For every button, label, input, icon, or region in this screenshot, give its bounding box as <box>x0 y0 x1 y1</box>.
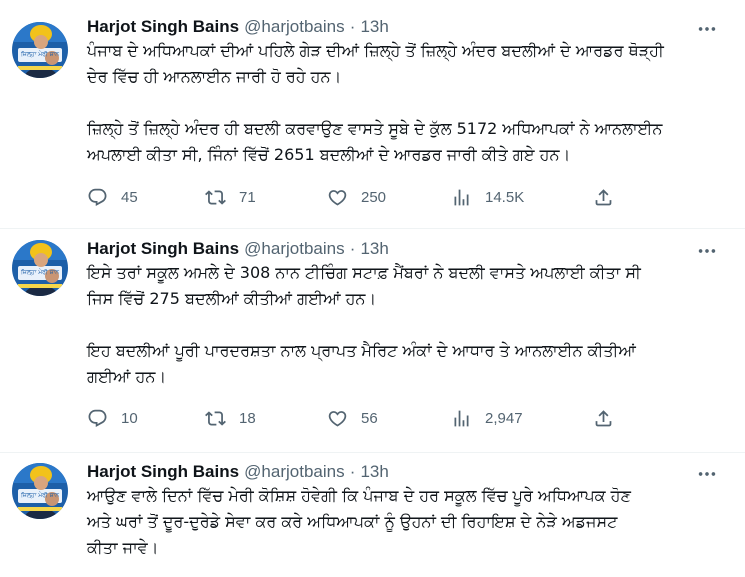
share-button[interactable] <box>593 407 614 429</box>
retweet-icon <box>205 187 226 208</box>
retweet-icon <box>205 408 226 429</box>
reply-count: 10 <box>121 409 138 427</box>
share-button[interactable] <box>593 186 614 208</box>
avatar-image <box>12 463 68 519</box>
timestamp[interactable]: 13h <box>360 239 388 258</box>
like-icon <box>327 187 348 208</box>
separator-dot: · <box>349 462 356 481</box>
avatar-caption: ਜ਼ਿਲ੍ਹਾ ਮੇਰੀ ਸ਼ਾਨ <box>21 51 60 58</box>
avatar-caption: ਜ਼ਿਲ੍ਹਾ ਮੇਰੀ ਸ਼ਾਨ <box>21 492 60 499</box>
reply-count: 45 <box>121 188 138 206</box>
tweet[interactable]: ਜ਼ਿਲ੍ਹਾ ਮੇਰੀ ਸ਼ਾਨ Harjot Singh Bains @ha… <box>0 229 745 453</box>
avatar[interactable]: ਜ਼ਿਲ੍ਹਾ ਮੇਰੀ ਸ਼ਾਨ <box>12 463 68 519</box>
reply-button[interactable]: 45 <box>87 186 138 208</box>
more-icon[interactable] <box>696 463 718 485</box>
avatar[interactable]: ਜ਼ਿਲ੍ਹਾ ਮੇਰੀ ਸ਼ਾਨ <box>12 240 68 296</box>
share-icon <box>593 408 614 429</box>
tweet-text: ਇਸੇ ਤਰਾਂ ਸਕੂਲ ਅਮਲੇ ਦੇ 308 ਨਾਨ ਟੀਚਿੰਗ ਸਟਾ… <box>87 263 641 386</box>
more-icon[interactable] <box>696 240 718 262</box>
action-bar: 10 18 56 2,947 <box>87 407 727 429</box>
tweet[interactable]: ਜ਼ਿਲ੍ਹਾ ਮੇਰੀ ਸ਼ਾਨ Harjot Singh Bains @ha… <box>0 0 745 229</box>
retweet-count: 18 <box>239 409 256 427</box>
tweet-text: ਪੰਜਾਬ ਦੇ ਅਧਿਆਪਕਾਂ ਦੀਆਂ ਪਹਿਲੇ ਗੇੜ ਦੀਆਂ ਜ਼… <box>87 41 664 164</box>
reply-icon <box>87 187 108 208</box>
like-count: 56 <box>361 409 378 427</box>
author-handle[interactable]: @harjotbains <box>244 17 344 36</box>
reply-button[interactable]: 10 <box>87 407 138 429</box>
reply-icon <box>87 408 108 429</box>
retweet-count: 71 <box>239 188 256 206</box>
view-count: 14.5K <box>485 188 525 206</box>
separator-dot: · <box>349 239 356 258</box>
like-icon <box>327 408 348 429</box>
action-bar: 45 71 250 14.5K <box>87 186 727 208</box>
view-count: 2,947 <box>485 409 523 427</box>
views-button[interactable]: 2,947 <box>451 407 523 429</box>
tweet[interactable]: ਜ਼ਿਲ੍ਹਾ ਮੇਰੀ ਸ਼ਾਨ Harjot Singh Bains @ha… <box>0 453 745 577</box>
tweet-header: Harjot Singh Bains @harjotbains · 13h <box>87 238 389 260</box>
separator-dot: · <box>349 17 356 36</box>
retweet-button[interactable]: 71 <box>205 186 256 208</box>
like-button[interactable]: 250 <box>327 186 386 208</box>
avatar-caption: ਜ਼ਿਲ੍ਹਾ ਮੇਰੀ ਸ਼ਾਨ <box>21 269 60 276</box>
timestamp[interactable]: 13h <box>360 462 388 481</box>
avatar-image <box>12 240 68 296</box>
avatar-image <box>12 22 68 78</box>
like-count: 250 <box>361 188 387 206</box>
views-icon <box>451 187 472 208</box>
views-button[interactable]: 14.5K <box>451 186 524 208</box>
timestamp[interactable]: 13h <box>360 17 388 36</box>
author-handle[interactable]: @harjotbains <box>244 239 344 258</box>
tweet-header: Harjot Singh Bains @harjotbains · 13h <box>87 16 389 38</box>
retweet-button[interactable]: 18 <box>205 407 256 429</box>
author-name[interactable]: Harjot Singh Bains <box>87 17 239 36</box>
avatar[interactable]: ਜ਼ਿਲ੍ਹਾ ਮੇਰੀ ਸ਼ਾਨ <box>12 22 68 78</box>
tweet-text: ਆਉਣ ਵਾਲੇ ਦਿਨਾਂ ਵਿੱਚ ਮੇਰੀ ਕੋਸ਼ਿਸ਼ ਹੋਵੇਗੀ … <box>87 486 631 557</box>
like-button[interactable]: 56 <box>327 407 378 429</box>
views-icon <box>451 408 472 429</box>
author-handle[interactable]: @harjotbains <box>244 462 344 481</box>
share-icon <box>593 187 614 208</box>
more-icon[interactable] <box>696 18 718 40</box>
author-name[interactable]: Harjot Singh Bains <box>87 462 239 481</box>
author-name[interactable]: Harjot Singh Bains <box>87 239 239 258</box>
tweet-header: Harjot Singh Bains @harjotbains · 13h <box>87 461 389 483</box>
